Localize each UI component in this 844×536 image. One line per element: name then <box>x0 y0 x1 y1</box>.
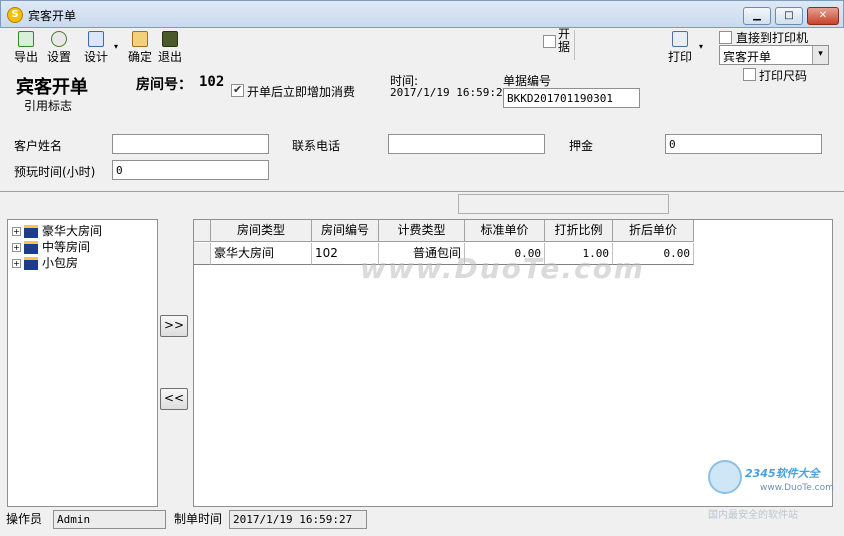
deposit-label: 押金 <box>569 139 594 153</box>
customer-name-field[interactable] <box>112 134 269 154</box>
export-button[interactable]: 导出 <box>14 31 38 65</box>
room-no-label: 房间号： <box>136 77 192 93</box>
planned-hours-label: 预玩时间(小时) <box>14 165 96 179</box>
col-header-room-type[interactable]: 房间类型 <box>211 220 312 242</box>
settings-label: 设置 <box>47 50 72 64</box>
col-header-final-price[interactable]: 折后单价 <box>613 220 694 242</box>
phone-field[interactable] <box>388 134 545 154</box>
minimize-button[interactable]: ▁ <box>743 7 771 25</box>
col-header-std-price[interactable]: 标准单价 <box>465 220 545 242</box>
remove-room-button[interactable]: << <box>160 388 188 410</box>
add-consumption-label: 开单后立即增加消费 <box>247 85 356 99</box>
tree-node-luxury[interactable]: + 豪华大房间 <box>12 222 102 238</box>
print-dropdown-caret[interactable]: ▾ <box>699 42 703 51</box>
expand-icon[interactable]: + <box>12 259 21 268</box>
room-folder-icon <box>24 225 38 238</box>
doc-no-label: 单据编号 <box>503 74 552 88</box>
customer-name-label: 客户姓名 <box>14 139 63 153</box>
room-no-value: 102 <box>199 74 225 90</box>
tree-node-label: 豪华大房间 <box>42 224 103 238</box>
watermark-url: www.DuoTe.com <box>760 483 834 493</box>
exit-button[interactable]: 退出 <box>158 31 182 65</box>
tree-node-medium[interactable]: + 中等房间 <box>12 238 90 254</box>
table-cell[interactable]: 豪华大房间 <box>211 243 312 265</box>
room-type-tree: + 豪华大房间 + 中等房间 + 小包房 <box>7 219 158 507</box>
created-time-field: 2017/1/19 16:59:27 <box>229 510 367 529</box>
gear-icon <box>51 31 67 47</box>
form-separator <box>0 191 844 192</box>
export-label: 导出 <box>14 50 39 64</box>
planned-hours-field[interactable]: 0 <box>112 160 269 180</box>
ref-flag-label: 引用标志 <box>24 99 73 113</box>
operator-label: 操作员 <box>6 512 43 526</box>
partial-checkbox-label: 开 据 <box>558 27 571 54</box>
chevron-down-icon[interactable]: ▾ <box>812 46 828 64</box>
title-bar: S 宾客开单 ▁ □ ✕ <box>0 0 844 28</box>
confirm-button[interactable]: 确定 <box>128 31 152 65</box>
window-title: 宾客开单 <box>28 9 77 23</box>
col-header-discount[interactable]: 打折比例 <box>545 220 613 242</box>
watermark-logo-icon <box>708 460 742 494</box>
col-header-room-no[interactable]: 房间编号 <box>312 220 379 242</box>
expand-icon[interactable]: + <box>12 227 21 236</box>
row-indicator-header <box>194 220 211 242</box>
excel-export-icon <box>18 31 34 47</box>
print-button[interactable]: 打印 <box>668 31 692 65</box>
partial-checkbox[interactable] <box>543 35 556 48</box>
design-label: 设计 <box>84 50 109 64</box>
expand-icon[interactable]: + <box>12 243 21 252</box>
confirm-grid-icon <box>132 31 148 47</box>
phone-label: 联系电话 <box>292 139 341 153</box>
direct-print-checkbox[interactable] <box>719 31 732 44</box>
form-heading: 宾客开单 <box>16 77 88 98</box>
design-tool-icon <box>88 31 104 47</box>
print-template-value: 宾客开单 <box>723 50 772 64</box>
settings-button[interactable]: 设置 <box>47 31 71 65</box>
splitter-handle[interactable] <box>458 194 669 214</box>
deposit-field[interactable]: 0 <box>665 134 822 154</box>
tree-node-label: 小包房 <box>42 256 79 270</box>
row-indicator[interactable] <box>194 243 211 265</box>
toolbar-divider <box>574 30 575 60</box>
watermark-slogan: 国内最安全的软件站 <box>708 510 798 521</box>
time-value: 2017/1/19 16:59:29 <box>390 86 510 99</box>
room-folder-icon <box>24 257 38 270</box>
close-button[interactable]: ✕ <box>807 7 839 25</box>
printer-icon <box>672 31 688 47</box>
tree-node-small[interactable]: + 小包房 <box>12 254 78 270</box>
col-header-billing-type[interactable]: 计费类型 <box>379 220 465 242</box>
tree-node-label: 中等房间 <box>42 240 91 254</box>
room-folder-icon <box>24 241 38 254</box>
maximize-button[interactable]: □ <box>775 7 803 25</box>
print-label: 打印 <box>668 50 693 64</box>
operator-field: Admin <box>53 510 166 529</box>
print-size-checkbox[interactable] <box>743 68 756 81</box>
confirm-label: 确定 <box>128 50 153 64</box>
add-room-button[interactable]: >> <box>160 315 188 337</box>
print-template-select[interactable]: 宾客开单 ▾ <box>719 45 829 65</box>
exit-label: 退出 <box>158 50 183 64</box>
direct-print-label: 直接到打印机 <box>736 31 809 45</box>
design-dropdown-caret[interactable]: ▾ <box>114 42 118 51</box>
watermark-brand: 2345软件大全 <box>745 467 820 480</box>
created-time-label: 制单时间 <box>174 512 223 526</box>
print-size-label: 打印尺码 <box>759 69 808 83</box>
design-button[interactable]: 设计 <box>84 31 108 65</box>
app-icon: S <box>7 7 23 23</box>
exit-door-icon <box>162 31 178 47</box>
watermark-center: www.DuoTe.com <box>360 252 645 285</box>
add-consumption-checkbox[interactable] <box>231 83 244 97</box>
toolbar: 导出 设置 设计 ▾ 确定 退出 开 据 打印 ▾ 直接到打印机 宾客开单 ▾ <box>0 28 844 66</box>
doc-no-field[interactable]: BKKD201701190301 <box>503 88 640 108</box>
